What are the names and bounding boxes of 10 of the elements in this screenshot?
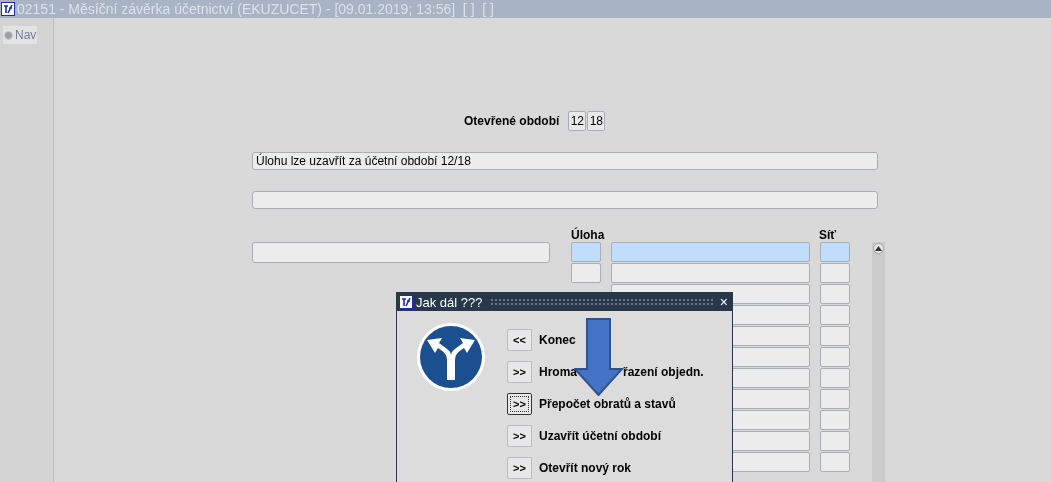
action-label: řazení objedn.	[623, 365, 704, 379]
action-label: Hroma	[539, 365, 577, 379]
column-header: Úloha	[571, 228, 606, 242]
dialog-title: Jak dál ???	[416, 294, 483, 310]
action-label: Přepočet obratů a stavů	[539, 397, 676, 411]
open-period-label: Otevřené období	[464, 114, 560, 128]
action-label: Uzavřít účetní období	[539, 429, 661, 443]
action-label: Otevřít nový rok	[539, 461, 632, 475]
column-header: Síť	[819, 228, 838, 242]
action-label: Konec	[539, 333, 576, 347]
